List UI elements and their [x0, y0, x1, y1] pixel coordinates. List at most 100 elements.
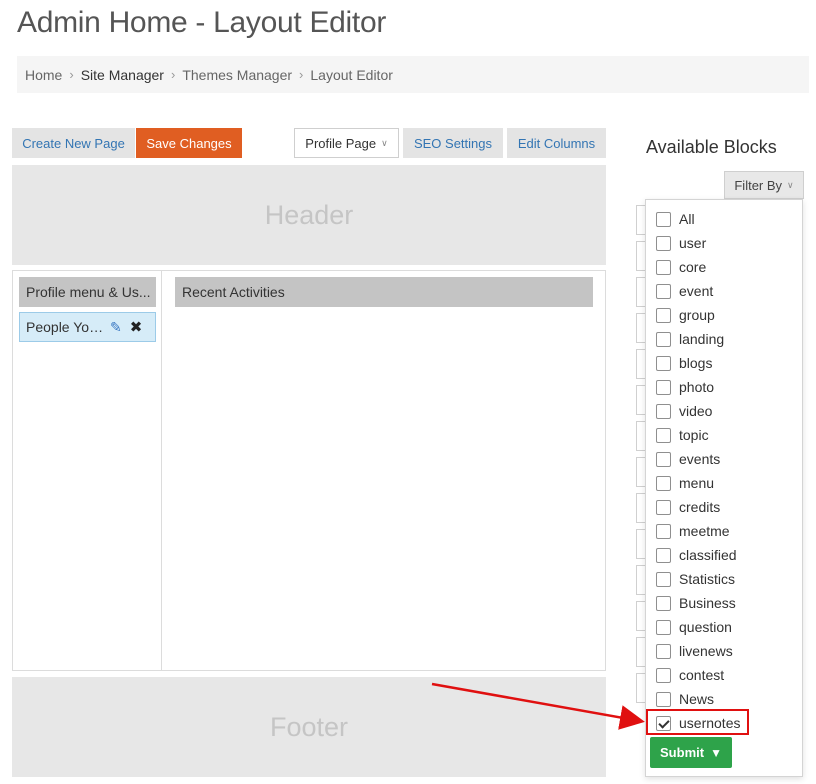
close-icon[interactable]: ✖ [130, 318, 143, 336]
filter-option-business[interactable]: Business [656, 592, 736, 614]
checkbox-icon[interactable] [656, 355, 671, 371]
submit-label: Submit [660, 745, 705, 760]
page-select-dropdown[interactable]: Profile Page ∨ [294, 128, 399, 158]
breadcrumb-layout-editor: Layout Editor [310, 66, 393, 83]
filter-option-classified[interactable]: classified [656, 544, 737, 566]
filter-option-label: topic [679, 427, 709, 443]
filter-by-button[interactable]: Filter By ∨ [724, 171, 804, 199]
checkbox-icon[interactable] [656, 427, 671, 443]
breadcrumb: Home › Site Manager › Themes Manager › L… [17, 56, 809, 93]
breadcrumb-separator-icon: › [299, 67, 304, 82]
filter-option-photo[interactable]: photo [656, 376, 714, 398]
filter-option-meetme[interactable]: meetme [656, 520, 730, 542]
filter-option-news[interactable]: News [656, 688, 714, 710]
available-blocks-title: Available Blocks [646, 137, 777, 157]
filter-by-label: Filter By [734, 177, 783, 193]
checkbox-icon[interactable] [656, 691, 671, 707]
seo-settings-button[interactable]: SEO Settings [403, 128, 503, 158]
filter-option-contest[interactable]: contest [656, 664, 724, 686]
filter-option-all[interactable]: All [656, 208, 695, 230]
checkbox-icon[interactable] [656, 667, 671, 683]
filter-option-label: Statistics [679, 571, 736, 587]
checkbox-icon[interactable] [656, 643, 671, 659]
checkbox-icon[interactable] [656, 259, 671, 275]
filter-option-event[interactable]: event [656, 280, 713, 302]
filter-option-statistics[interactable]: Statistics [656, 568, 735, 590]
checkbox-icon[interactable] [656, 547, 671, 563]
create-new-page-button[interactable]: Create New Page [12, 128, 135, 158]
filter-option-label: group [679, 307, 715, 323]
header-region: Header [12, 165, 606, 265]
filter-option-video[interactable]: video [656, 400, 712, 422]
filter-option-group[interactable]: group [656, 304, 715, 326]
filter-option-label: credits [679, 499, 721, 515]
main-column-header[interactable]: Recent Activities [175, 277, 593, 307]
filter-option-label: blogs [679, 355, 713, 371]
submit-button[interactable]: Submit ▼ [650, 737, 732, 768]
filter-option-label: user [679, 235, 707, 251]
filter-dropdown-menu: usernotes News contest livenews question Busi… [645, 199, 803, 777]
checkbox-icon[interactable] [656, 595, 671, 611]
filter-option-topic[interactable]: topic [656, 424, 709, 446]
filter-option-label: All [679, 211, 695, 227]
checkbox-icon[interactable] [656, 379, 671, 395]
checkbox-checked-icon[interactable] [656, 715, 671, 731]
checkbox-icon[interactable] [656, 403, 671, 419]
filter-option-label: livenews [679, 643, 733, 659]
filter-option-blogs[interactable]: blogs [656, 352, 712, 374]
filter-option-events[interactable]: events [656, 448, 720, 470]
page-title: Admin Home - Layout Editor [17, 6, 387, 39]
filter-option-user[interactable]: user [656, 232, 706, 254]
filter-option-label: Business [679, 595, 736, 611]
checkbox-icon[interactable] [656, 499, 671, 515]
checkbox-icon[interactable] [656, 571, 671, 587]
filter-option-label: video [679, 403, 713, 419]
breadcrumb-themes-manager[interactable]: Themes Manager [182, 67, 292, 83]
breadcrumb-home[interactable]: Home [25, 67, 62, 83]
filter-option-landing[interactable]: landing [656, 328, 724, 350]
breadcrumb-separator-icon: › [69, 67, 74, 82]
filter-option-label: photo [679, 379, 715, 395]
content-area: Profile menu & Us... People You... ✎ ✖ R… [12, 270, 606, 671]
filter-option-label: event [679, 283, 714, 299]
filter-option-label: landing [679, 331, 725, 347]
filter-option-label: events [679, 451, 721, 467]
save-changes-button[interactable]: Save Changes [136, 128, 242, 158]
filter-option-label: contest [679, 667, 725, 683]
checkbox-icon[interactable] [656, 331, 671, 347]
checkbox-icon[interactable] [656, 451, 671, 467]
checkbox-icon[interactable] [656, 235, 671, 251]
breadcrumb-separator-icon: › [170, 67, 176, 82]
filter-option-label: menu [679, 475, 715, 491]
page-select-value: Profile Page [305, 135, 377, 151]
filter-option-menu[interactable]: menu [656, 472, 714, 494]
chevron-down-icon: ∨ [787, 179, 794, 190]
filter-option-label: usernotes [679, 715, 741, 731]
filter-option-label: question [679, 619, 732, 635]
filter-option-core[interactable]: core [656, 256, 706, 278]
breadcrumb-site-manager[interactable]: Site Manager [81, 67, 164, 83]
left-column: Profile menu & Us... People You... ✎ ✖ [13, 271, 162, 670]
layout-block-item[interactable]: People You... ✎ ✖ [19, 312, 156, 342]
chevron-down-icon: ∨ [381, 137, 388, 148]
checkbox-icon[interactable] [656, 523, 671, 539]
checkbox-icon[interactable] [656, 283, 671, 299]
layout-block-label: People You... [26, 319, 106, 335]
filter-option-livenews[interactable]: livenews [656, 640, 733, 662]
edit-columns-button[interactable]: Edit Columns [507, 128, 606, 158]
checkbox-icon[interactable] [656, 211, 671, 227]
filter-option-usernotes[interactable]: usernotes [656, 712, 740, 734]
filter-option-label: classified [679, 547, 737, 563]
filter-option-credits[interactable]: credits [656, 496, 720, 518]
checkbox-icon[interactable] [656, 619, 671, 635]
footer-region: Footer [12, 677, 606, 777]
filter-option-label: News [679, 691, 715, 707]
checkbox-icon[interactable] [656, 307, 671, 323]
filter-option-label: meetme [679, 523, 730, 539]
filter-option-label: core [679, 259, 707, 275]
checkbox-icon[interactable] [656, 475, 671, 491]
pencil-icon[interactable]: ✎ [110, 319, 122, 336]
filter-option-question[interactable]: question [656, 616, 732, 638]
left-column-header[interactable]: Profile menu & Us... [19, 277, 156, 307]
filter-funnel-icon: ▼ [710, 745, 722, 760]
